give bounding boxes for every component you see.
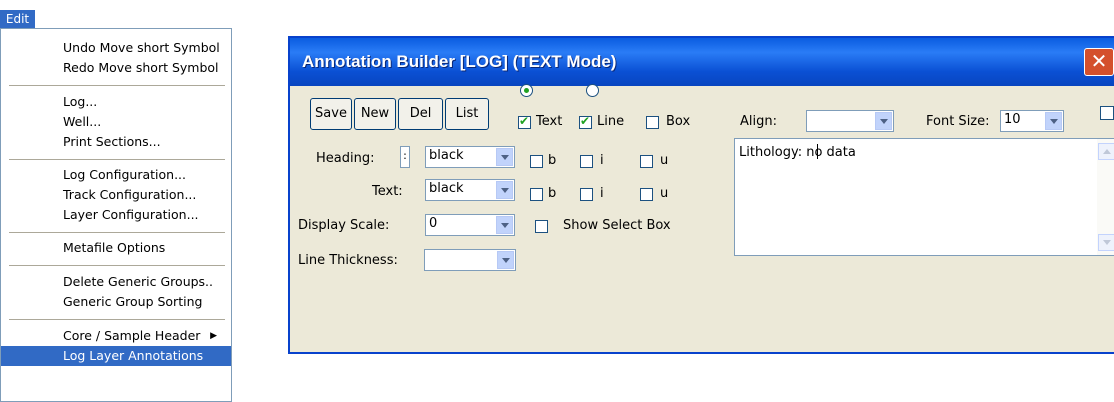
menu-item-well[interactable]: Well... <box>1 112 231 132</box>
vertical-scrollbar[interactable] <box>1097 139 1114 255</box>
menu-item-label: Core / Sample Header <box>63 328 201 343</box>
text-caret <box>817 144 818 159</box>
menu-item-delete-generic-groups[interactable]: Delete Generic Groups.. <box>1 272 231 292</box>
chevron-down-icon <box>496 181 513 199</box>
chevron-down-icon <box>496 216 513 234</box>
heading-underline-label: u <box>660 153 669 168</box>
text-underline-checkbox[interactable] <box>640 188 653 201</box>
chevron-down-icon <box>875 112 892 130</box>
text-color-value: black <box>429 181 464 196</box>
chevron-down-icon <box>497 251 514 269</box>
close-icon: ✕ <box>1090 49 1108 73</box>
edit-menu: Undo Move short Symbol Redo Move short S… <box>0 28 232 402</box>
menu-item-log-layer-annotations[interactable]: Log Layer Annotations <box>1 346 231 366</box>
text-bold-label: b <box>548 186 557 201</box>
heading-color-value: black <box>429 148 464 163</box>
menu-item-track-configuration[interactable]: Track Configuration... <box>1 185 231 205</box>
heading-label: Heading: <box>316 151 375 166</box>
heading-small-select[interactable]: : <box>400 146 410 168</box>
submenu-arrow-icon: ▶ <box>210 331 217 341</box>
text-mode-radio[interactable] <box>520 84 533 97</box>
font-size-label: Font Size: <box>926 114 990 129</box>
menu-separator <box>9 85 225 86</box>
align-label: Align: <box>740 114 777 129</box>
annotation-builder-window: Annotation Builder [LOG] (TEXT Mode) ✕ S… <box>288 36 1114 354</box>
menu-item-log-configuration[interactable]: Log Configuration... <box>1 165 231 185</box>
display-scale-select[interactable]: 0 <box>425 214 515 236</box>
heading-underline-checkbox[interactable] <box>640 155 653 168</box>
show-select-box-label: Show Select Box <box>563 218 671 233</box>
menu-separator <box>9 159 225 160</box>
display-scale-label: Display Scale: <box>298 218 390 233</box>
chevron-down-icon <box>496 148 513 166</box>
scroll-down-icon[interactable] <box>1098 234 1114 251</box>
text-label: Text: <box>372 184 403 199</box>
show-select-box-checkbox[interactable] <box>535 220 548 233</box>
line-checkbox-label: Line <box>597 114 625 129</box>
save-button[interactable]: Save <box>310 98 352 130</box>
menu-item-print-sections[interactable]: Print Sections... <box>1 132 231 152</box>
line-thickness-label: Line Thickness: <box>298 253 398 268</box>
text-color-select[interactable]: black <box>425 179 515 201</box>
menu-item-undo[interactable]: Undo Move short Symbol <box>1 38 231 58</box>
text-bold-checkbox[interactable] <box>530 188 543 201</box>
heading-bold-label: b <box>548 153 557 168</box>
menu-separator <box>9 232 225 233</box>
edit-menu-header[interactable]: Edit <box>0 10 35 28</box>
heading-color-select[interactable]: black <box>425 146 515 168</box>
display-scale-value: 0 <box>429 216 438 231</box>
line-thickness-select[interactable] <box>424 249 516 271</box>
line-mode-radio[interactable] <box>586 84 599 97</box>
annotation-text-area[interactable]: Lithology: no data <box>734 138 1114 256</box>
heading-bold-checkbox[interactable] <box>530 155 543 168</box>
new-button[interactable]: New <box>354 98 396 130</box>
menu-item-redo[interactable]: Redo Move short Symbol <box>1 58 231 78</box>
title-bar[interactable]: Annotation Builder [LOG] (TEXT Mode) ✕ <box>290 38 1114 86</box>
menu-item-generic-group-sorting[interactable]: Generic Group Sorting <box>1 292 231 312</box>
menu-item-core-sample-header[interactable]: Core / Sample Header ▶ <box>1 326 231 346</box>
annotation-text: Lithology: no data <box>739 145 856 160</box>
heading-italic-checkbox[interactable] <box>580 155 593 168</box>
heading-italic-label: i <box>600 153 604 168</box>
font-size-value: 10 <box>1004 112 1021 127</box>
text-checkbox[interactable] <box>518 114 531 129</box>
menu-item-layer-configuration[interactable]: Layer Configuration... <box>1 205 231 225</box>
box-checkbox-label: Box <box>666 114 691 129</box>
text-checkbox-label: Text <box>536 114 563 129</box>
window-title: Annotation Builder [LOG] (TEXT Mode) <box>302 52 617 71</box>
line-checkbox[interactable] <box>579 114 592 129</box>
menu-item-metafile-options[interactable]: Metafile Options <box>1 238 231 258</box>
align-select[interactable] <box>806 110 894 132</box>
extra-checkbox[interactable] <box>1100 106 1114 120</box>
menu-separator <box>9 319 225 320</box>
list-button[interactable]: List <box>445 98 489 130</box>
menu-item-log[interactable]: Log... <box>1 92 231 112</box>
text-underline-label: u <box>660 186 669 201</box>
close-button[interactable]: ✕ <box>1084 48 1114 76</box>
text-italic-label: i <box>600 186 604 201</box>
menu-separator <box>9 265 225 266</box>
del-button[interactable]: Del <box>398 98 443 130</box>
box-checkbox[interactable] <box>646 116 659 129</box>
font-size-select[interactable]: 10 <box>1000 110 1064 132</box>
text-italic-checkbox[interactable] <box>580 188 593 201</box>
chevron-down-icon <box>1045 112 1062 130</box>
scroll-up-icon[interactable] <box>1098 143 1114 160</box>
